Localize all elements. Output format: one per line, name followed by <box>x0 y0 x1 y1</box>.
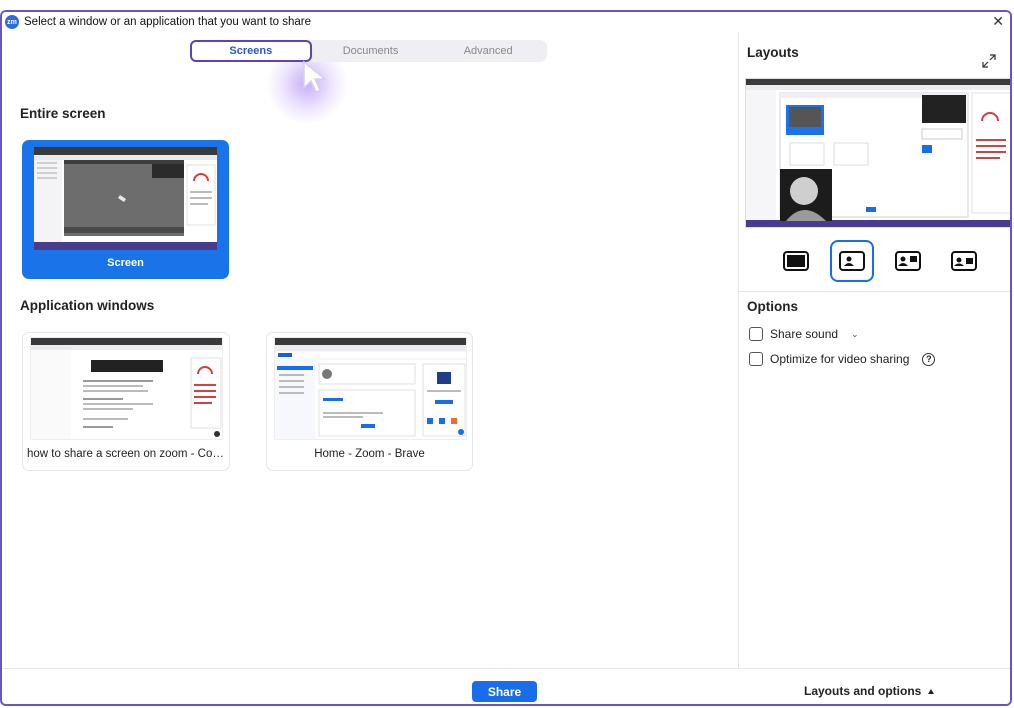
app-window-thumbnail <box>30 337 223 440</box>
layout-selector <box>771 240 991 284</box>
side-by-side-left-icon <box>895 251 921 271</box>
expand-icon[interactable] <box>982 54 996 68</box>
chevron-down-icon[interactable]: ⌄ <box>851 329 859 340</box>
layout-side-by-side-left-button[interactable] <box>886 240 930 282</box>
screen-thumbnail <box>34 147 217 250</box>
application-windows-heading: Application windows <box>20 298 155 313</box>
share-screen-dialog: zm Select a window or an application tha… <box>0 10 1012 706</box>
chevron-up-icon <box>928 688 935 694</box>
options-heading: Options <box>747 299 798 314</box>
optimize-video-checkbox[interactable] <box>749 352 763 366</box>
layout-side-by-side-right-button[interactable] <box>942 240 986 282</box>
tab-documents[interactable]: Documents <box>312 40 430 62</box>
layout-screen-only-button[interactable] <box>774 240 818 282</box>
screen-option-card[interactable]: Screen <box>22 140 229 279</box>
app-window-card[interactable]: how to share a screen on zoom - Conte... <box>22 332 230 471</box>
share-sound-checkbox[interactable] <box>749 327 763 341</box>
optimize-video-label: Optimize for video sharing <box>770 352 910 366</box>
window-title: Select a window or an application that y… <box>24 16 312 28</box>
divider <box>739 291 1010 292</box>
screen-option-label: Screen <box>107 257 144 269</box>
zoom-app-icon: zm <box>5 15 19 29</box>
share-sound-option: Share sound ⌄ <box>749 327 859 341</box>
layouts-options-pane: Layouts Options Share sound ⌄ Optimize f… <box>738 32 1010 668</box>
layouts-toggle-label: Layouts and options <box>804 684 922 698</box>
screen-only-icon <box>783 251 809 271</box>
app-window-card[interactable]: Home - Zoom - Brave <box>266 332 473 471</box>
tab-advanced[interactable]: Advanced <box>429 40 547 62</box>
side-by-side-right-icon <box>951 251 977 271</box>
close-icon[interactable]: ✕ <box>992 13 1004 30</box>
layouts-heading: Layouts <box>747 45 799 60</box>
optimize-video-option: Optimize for video sharing ? <box>749 352 936 366</box>
footer-bar: Share Layouts and options <box>2 668 1010 704</box>
layout-speaker-overlay-button[interactable] <box>830 240 874 282</box>
title-bar: zm Select a window or an application tha… <box>2 12 1010 32</box>
layouts-and-options-toggle[interactable]: Layouts and options <box>804 684 935 698</box>
entire-screen-heading: Entire screen <box>20 106 106 121</box>
help-icon[interactable]: ? <box>922 352 936 366</box>
app-window-label: how to share a screen on zoom - Conte... <box>27 448 225 460</box>
share-sources-pane: Screens Documents Advanced Entire screen <box>2 32 738 668</box>
speaker-overlay-icon <box>839 251 865 271</box>
app-window-label: Home - Zoom - Brave <box>314 448 425 460</box>
share-button[interactable]: Share <box>472 681 537 702</box>
layout-preview <box>745 78 1010 228</box>
tab-screens[interactable]: Screens <box>190 40 312 62</box>
mouse-pointer-icon <box>303 60 328 94</box>
source-tabs: Screens Documents Advanced <box>190 40 547 62</box>
share-sound-label: Share sound <box>770 327 839 341</box>
app-window-thumbnail <box>274 337 467 440</box>
